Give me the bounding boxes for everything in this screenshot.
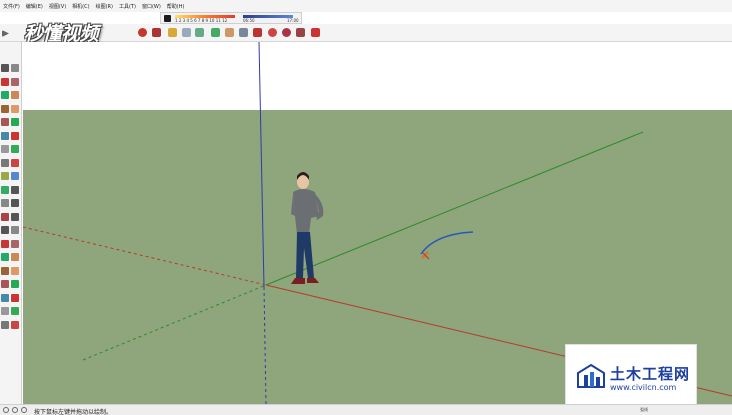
tool-icon[interactable] xyxy=(1,293,9,302)
menu-camera[interactable]: 相机(C) xyxy=(69,3,92,10)
eraser-icon[interactable] xyxy=(138,28,147,37)
tool-icon[interactable] xyxy=(1,185,9,194)
tool-icon[interactable] xyxy=(11,131,19,140)
tool-icon[interactable] xyxy=(1,320,9,329)
tool-icon[interactable] xyxy=(11,266,19,275)
paint-bucket-icon[interactable] xyxy=(152,28,161,37)
tool-icon[interactable] xyxy=(11,172,19,180)
text-icon[interactable] xyxy=(239,28,248,37)
tool-icon[interactable] xyxy=(11,293,19,302)
menu-tools[interactable]: 工具(T) xyxy=(116,3,139,10)
tool-icon[interactable] xyxy=(1,212,9,221)
month-labels: 1 2 3 4 5 6 7 8 9 10 11 12 xyxy=(175,18,228,23)
pan-icon[interactable] xyxy=(282,28,291,37)
shadow-settings-toolbar: 1 2 3 4 5 6 7 8 9 10 11 12 06:50 17:00 xyxy=(160,12,302,24)
civilcn-logo-icon xyxy=(577,363,605,388)
tool-icon[interactable] xyxy=(1,91,9,99)
geo-location-icon[interactable] xyxy=(3,407,9,413)
tool-icon[interactable] xyxy=(11,158,19,167)
tool-icon[interactable] xyxy=(11,91,19,99)
tool-icon[interactable] xyxy=(11,280,19,288)
tool-icon[interactable] xyxy=(11,253,19,261)
extension-icon[interactable] xyxy=(311,28,320,37)
status-icons xyxy=(3,407,27,413)
tool-icon[interactable] xyxy=(1,253,9,261)
tool-icon[interactable] xyxy=(1,145,9,153)
tool-icon[interactable] xyxy=(11,212,19,221)
status-bar: 按下鼠标左键并拖动以绘制。 弧线 xyxy=(0,404,732,415)
time-start-label: 06:50 xyxy=(243,18,255,23)
tool-icon[interactable] xyxy=(1,77,9,86)
tool-icon[interactable] xyxy=(1,172,9,180)
tool-icon[interactable] xyxy=(11,320,19,329)
menu-window[interactable]: 窗口(W) xyxy=(139,3,164,10)
watermark: 土木工程网 www.civilcn.com xyxy=(565,344,697,410)
offset-icon[interactable] xyxy=(211,28,220,37)
tool-icon[interactable] xyxy=(11,226,19,234)
menu-help[interactable]: 帮助(H) xyxy=(164,3,188,10)
main-toolbar xyxy=(0,24,732,42)
help-icon[interactable] xyxy=(21,407,27,413)
tool-icon[interactable] xyxy=(1,118,9,126)
tool-icon[interactable] xyxy=(1,280,9,288)
credits-icon[interactable] xyxy=(12,407,18,413)
tool-icon[interactable] xyxy=(11,145,19,153)
shadow-toggle-icon[interactable] xyxy=(164,15,171,22)
watermark-url: www.civilcn.com xyxy=(610,383,677,392)
menu-bar: 文件(F) 编辑(E) 视图(V) 相机(C) 绘图(R) 工具(T) 窗口(W… xyxy=(0,0,732,12)
menu-view[interactable]: 视图(V) xyxy=(46,3,69,10)
tool-icon[interactable] xyxy=(11,307,19,315)
rotate-icon[interactable] xyxy=(195,28,204,37)
tool-icon[interactable] xyxy=(1,239,9,248)
tape-measure-icon[interactable] xyxy=(225,28,234,37)
tool-icon[interactable] xyxy=(1,307,9,315)
status-hint: 按下鼠标左键并拖动以绘制。 xyxy=(34,409,113,415)
tool-icon[interactable] xyxy=(1,158,9,167)
tool-icon[interactable] xyxy=(11,118,19,126)
tool-icon[interactable] xyxy=(11,239,19,248)
tool-icon[interactable] xyxy=(11,185,19,194)
watermark-title: 土木工程网 xyxy=(610,365,691,383)
tool-icon[interactable] xyxy=(1,64,9,72)
tool-icon[interactable] xyxy=(1,226,9,234)
menu-edit[interactable]: 编辑(E) xyxy=(23,3,46,10)
move-icon[interactable] xyxy=(182,28,191,37)
orbit-icon[interactable] xyxy=(268,28,277,37)
select-icon[interactable] xyxy=(2,30,9,37)
sketchup-window: 文件(F) 编辑(E) 视图(V) 相机(C) 绘图(R) 工具(T) 窗口(W… xyxy=(0,0,732,415)
tool-icon[interactable] xyxy=(1,266,9,275)
menu-file[interactable]: 文件(F) xyxy=(0,3,23,10)
measurements-label: 弧线 xyxy=(640,407,648,412)
tool-icon[interactable] xyxy=(11,104,19,113)
tool-icon[interactable] xyxy=(1,199,9,207)
axes-icon[interactable] xyxy=(253,28,262,37)
tool-icon[interactable] xyxy=(1,104,9,113)
left-tool-palette xyxy=(0,42,22,404)
tool-icon[interactable] xyxy=(11,64,19,72)
tool-icon[interactable] xyxy=(11,199,19,207)
sky xyxy=(23,42,732,110)
tool-icon[interactable] xyxy=(1,131,9,140)
menu-draw[interactable]: 绘图(R) xyxy=(93,3,116,10)
push-pull-icon[interactable] xyxy=(168,28,177,37)
time-end-label: 17:00 xyxy=(287,18,299,23)
zoom-icon[interactable] xyxy=(296,28,305,37)
tool-icon[interactable] xyxy=(11,77,19,86)
